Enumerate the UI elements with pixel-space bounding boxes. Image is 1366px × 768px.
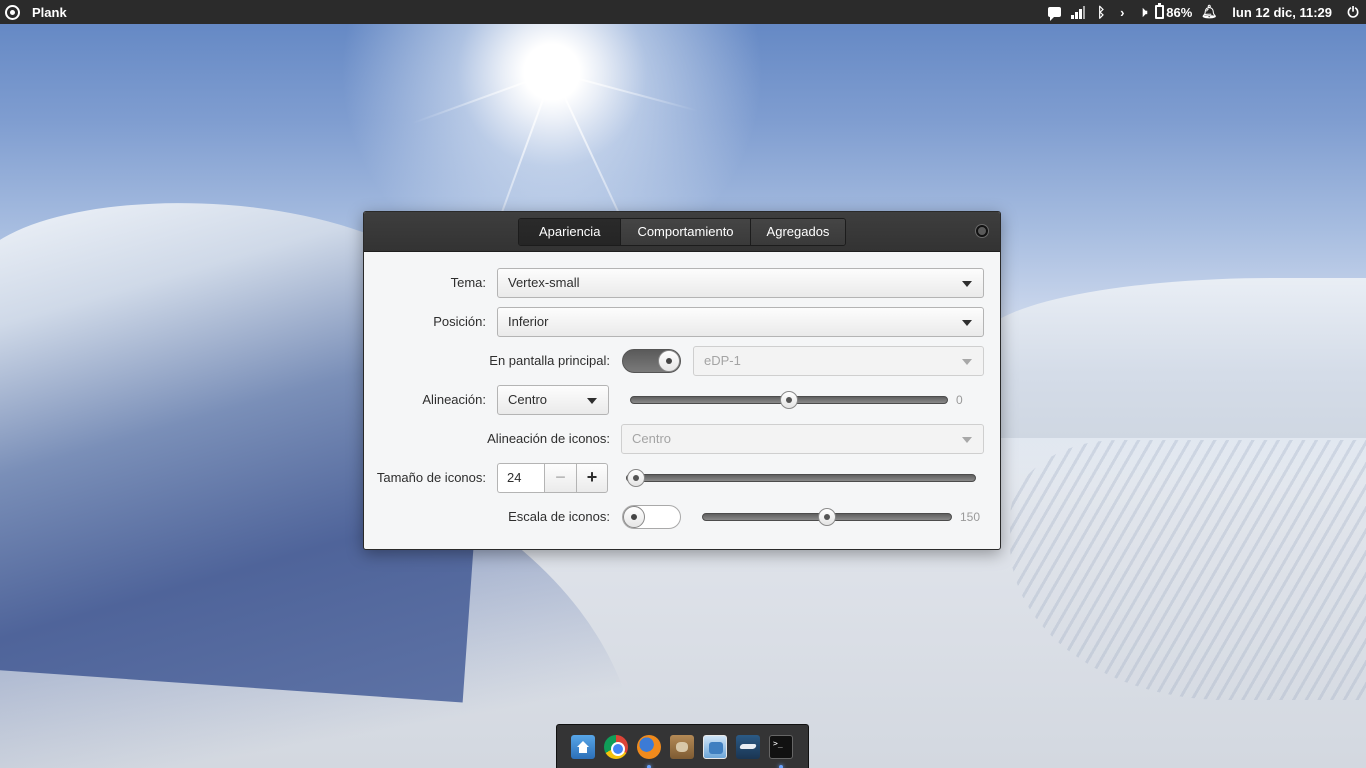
monitor-combo: eDP-1 (693, 346, 984, 376)
chevron-down-icon (962, 359, 972, 365)
dock-terminal-icon[interactable] (769, 734, 793, 768)
running-indicator (779, 764, 783, 768)
switch-knob (658, 350, 680, 372)
zoom-slider[interactable] (702, 508, 952, 526)
bluetooth-icon[interactable]: ᛒ (1095, 0, 1107, 24)
alineacion-iconos-value: Centro (632, 431, 672, 446)
icon-size-slider[interactable] (626, 469, 976, 487)
tab-bar: Apariencia Comportamiento Agregados (518, 218, 847, 246)
dock-firefox-icon[interactable] (637, 734, 661, 768)
tema-label: Tema: (450, 275, 486, 290)
monitor-value: eDP-1 (704, 353, 741, 368)
volume-icon[interactable]: 🕨 (1135, 0, 1151, 24)
posicion-combo[interactable]: Inferior (497, 307, 984, 337)
chat-icon[interactable] (1047, 0, 1061, 24)
dock-image-viewer-icon[interactable] (703, 734, 727, 759)
top-panel: Plank ᛒ › 🕨 86% 🔔︎ lun 12 dic, 11:29 ⏻ (0, 0, 1366, 24)
plank-dock (556, 724, 809, 768)
chevron-right-icon[interactable]: › (1117, 0, 1127, 24)
sun-ray (552, 71, 699, 112)
battery-percentage[interactable]: 86% (1166, 5, 1192, 20)
switch-knob (623, 506, 645, 528)
posicion-value: Inferior (508, 314, 549, 329)
system-tray: ᛒ › 🕨 86% 🔔︎ lun 12 dic, 11:29 ⏻ (1047, 0, 1366, 24)
tab-apariencia[interactable]: Apariencia (519, 219, 622, 245)
slider-knob[interactable] (627, 469, 645, 487)
settings-content: Tema: Vertex-small Posición: Inferior En… (364, 252, 1000, 549)
alineacion-label: Alineación: (422, 392, 486, 407)
chevron-down-icon (587, 398, 597, 404)
dock-chrome-icon[interactable] (604, 734, 628, 759)
alineacion-iconos-combo: Centro (621, 424, 984, 454)
tab-comportamiento[interactable]: Comportamiento (621, 219, 751, 245)
clock[interactable]: lun 12 dic, 11:29 (1232, 5, 1332, 20)
slider-knob[interactable] (818, 508, 836, 526)
window-titlebar[interactable]: Apariencia Comportamiento Agregados (364, 212, 1000, 252)
battery-icon[interactable] (1153, 0, 1165, 24)
plank-settings-window: Apariencia Comportamiento Agregados Tema… (363, 211, 1001, 550)
posicion-label: Posición: (433, 314, 486, 329)
sun-ray (411, 71, 554, 125)
dock-gimp-icon[interactable] (670, 734, 694, 759)
offset-slider[interactable] (630, 391, 948, 409)
pantalla-principal-switch[interactable] (622, 349, 681, 373)
app-menu-icon[interactable] (5, 4, 20, 20)
pantalla-principal-label: En pantalla principal: (489, 353, 610, 368)
tamano-iconos-spinbutton: 24 − + (497, 463, 608, 493)
bell-icon[interactable]: 🔔︎ (1201, 0, 1218, 24)
escala-iconos-label: Escala de iconos: (508, 509, 610, 524)
tamano-iconos-entry[interactable]: 24 (497, 463, 544, 493)
tamano-iconos-label: Tamaño de iconos: (376, 470, 486, 485)
alineacion-combo[interactable]: Centro (497, 385, 609, 415)
tema-value: Vertex-small (508, 275, 580, 290)
snow-hill-right (980, 278, 1366, 438)
chevron-down-icon (962, 437, 972, 443)
alineacion-value: Centro (508, 392, 548, 407)
running-indicator (647, 764, 651, 768)
alineacion-iconos-label: Alineación de iconos: (487, 431, 610, 446)
signal-icon[interactable] (1071, 5, 1086, 19)
escala-iconos-switch[interactable] (622, 505, 681, 529)
close-icon[interactable] (976, 225, 988, 237)
tab-agregados[interactable]: Agregados (750, 219, 846, 245)
chevron-down-icon (962, 281, 972, 287)
active-app-name[interactable]: Plank (32, 5, 67, 20)
dock-files-icon[interactable] (571, 734, 595, 759)
increment-button[interactable]: + (576, 463, 608, 493)
slider-knob[interactable] (780, 391, 798, 409)
offset-slider-value: 0 (956, 393, 963, 407)
chevron-down-icon (962, 320, 972, 326)
tema-combo[interactable]: Vertex-small (497, 268, 984, 298)
zoom-slider-value: 150 (960, 510, 981, 524)
decrement-button[interactable]: − (544, 463, 576, 493)
dock-steam-icon[interactable] (736, 734, 760, 759)
power-icon[interactable]: ⏻ (1346, 0, 1360, 24)
